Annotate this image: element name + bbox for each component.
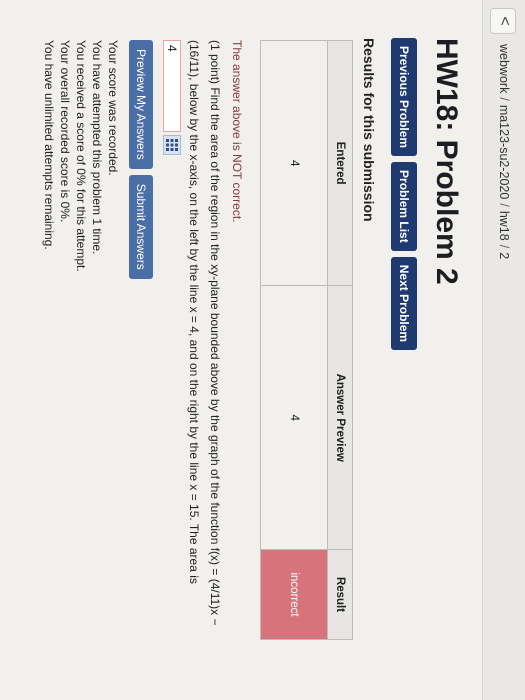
breadcrumb-separator: / bbox=[497, 244, 511, 249]
problem-points: (1 point) bbox=[208, 40, 222, 85]
score-line: You received a score of 0% for this atte… bbox=[74, 40, 88, 272]
page-title: HW18: Problem 2 bbox=[430, 38, 463, 285]
column-header-preview: Answer Preview bbox=[327, 285, 353, 550]
submit-answers-button[interactable]: Submit Answers bbox=[129, 174, 153, 279]
score-line: You have unlimited attempts remaining. bbox=[42, 40, 56, 250]
score-summary: Your score was recorded. You have attemp… bbox=[41, 40, 121, 272]
result-cell: incorrect bbox=[260, 549, 328, 640]
entered-cell: 4 bbox=[260, 40, 328, 286]
problem-statement: (1 point) Find the area of the region in… bbox=[162, 40, 225, 640]
table-row: 4 4 incorrect bbox=[260, 40, 328, 640]
answer-actions: Preview My Answers Submit Answers bbox=[129, 40, 153, 279]
column-header-result: Result bbox=[327, 549, 353, 640]
breadcrumb-item: 2 bbox=[497, 252, 511, 260]
results-table: Entered Answer Preview Result 4 4 incorr… bbox=[260, 40, 353, 640]
back-button[interactable]: < bbox=[490, 8, 516, 34]
score-line: You have attempted this problem 1 time. bbox=[90, 40, 104, 255]
problem-list-button[interactable]: Problem List bbox=[391, 162, 417, 251]
problem-nav: Previous Problem Problem List Next Probl… bbox=[391, 38, 417, 351]
score-line: Your score was recorded. bbox=[106, 40, 120, 176]
breadcrumb-item[interactable]: hw18 bbox=[497, 211, 511, 241]
results-heading: Results for this submission bbox=[361, 38, 377, 222]
column-header-entered: Entered bbox=[327, 40, 353, 286]
previous-problem-button[interactable]: Previous Problem bbox=[391, 38, 417, 157]
breadcrumb-item[interactable]: webwork bbox=[497, 44, 511, 93]
answer-input[interactable] bbox=[163, 40, 182, 132]
next-problem-button[interactable]: Next Problem bbox=[391, 256, 417, 351]
page-stage: < webwork / ma123-su2-2020 / hw18 / 2 HW18: Pr… bbox=[0, 0, 525, 700]
breadcrumb-item[interactable]: ma123-su2-2020 bbox=[497, 105, 511, 200]
breadcrumb-separator: / bbox=[497, 97, 511, 101]
breadcrumb: webwork / ma123-su2-2020 / hw18 / 2 bbox=[497, 44, 511, 259]
equation-editor-icon[interactable] bbox=[163, 135, 182, 155]
problem-text: Find the area of the region in the xy-pl… bbox=[187, 40, 222, 626]
top-bar: < webwork / ma123-su2-2020 / hw18 / 2 bbox=[482, 0, 525, 700]
preview-cell: 4 bbox=[260, 285, 328, 550]
preview-answers-button[interactable]: Preview My Answers bbox=[129, 40, 153, 169]
status-message: The answer above is NOT correct. bbox=[230, 40, 244, 223]
chevron-left-icon: < bbox=[496, 16, 513, 26]
table-header-row: Entered Answer Preview Result bbox=[327, 40, 353, 640]
score-line: Your overall recorded score is 0%. bbox=[58, 40, 72, 223]
breadcrumb-separator: / bbox=[497, 203, 511, 207]
